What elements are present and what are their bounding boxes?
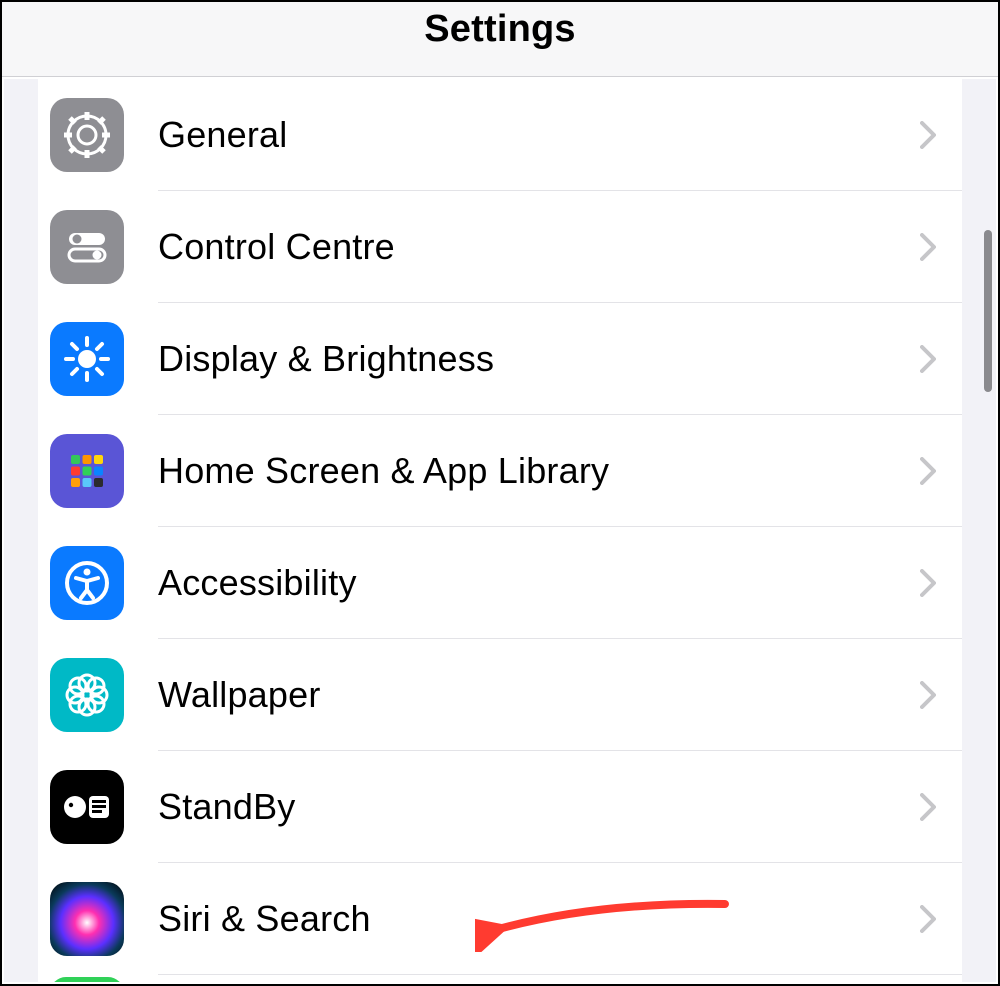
page-title: Settings — [424, 8, 576, 51]
settings-row-accessibility[interactable]: Accessibility — [38, 527, 962, 639]
settings-row-wallpaper[interactable]: Wallpaper — [38, 639, 962, 751]
settings-row-home-screen[interactable]: Home Screen & App Library — [38, 415, 962, 527]
settings-row-general[interactable]: General — [38, 79, 962, 191]
row-content: Accessibility — [158, 527, 962, 639]
chevron-right-icon — [920, 345, 936, 373]
chevron-right-icon — [920, 233, 936, 261]
clock-card-icon — [50, 770, 124, 844]
siri-icon — [50, 882, 124, 956]
chevron-right-icon — [920, 457, 936, 485]
settings-row-next[interactable] — [38, 975, 962, 982]
settings-row-control-centre[interactable]: Control Centre — [38, 191, 962, 303]
row-label: General — [158, 114, 287, 156]
row-label: Display & Brightness — [158, 338, 494, 380]
chevron-right-icon — [920, 569, 936, 597]
settings-screen: Settings — [0, 0, 1000, 986]
flower-icon — [50, 658, 124, 732]
settings-row-standby[interactable]: StandBy — [38, 751, 962, 863]
row-content: Home Screen & App Library — [158, 415, 962, 527]
row-label: Home Screen & App Library — [158, 450, 609, 492]
chevron-right-icon — [920, 681, 936, 709]
gear-icon — [50, 98, 124, 172]
toggles-icon — [50, 210, 124, 284]
row-label: Wallpaper — [158, 674, 321, 716]
settings-row-siri-search[interactable]: Siri & Search — [38, 863, 962, 975]
chevron-right-icon — [920, 905, 936, 933]
content-area: General Control Centre — [4, 79, 996, 982]
sun-icon — [50, 322, 124, 396]
chevron-right-icon — [920, 793, 936, 821]
row-content: StandBy — [158, 751, 962, 863]
row-label: StandBy — [158, 786, 296, 828]
row-content: Display & Brightness — [158, 303, 962, 415]
row-label: Siri & Search — [158, 898, 371, 940]
header: Settings — [2, 2, 998, 77]
accessibility-icon — [50, 546, 124, 620]
row-label: Accessibility — [158, 562, 357, 604]
settings-list: General Control Centre — [38, 79, 962, 982]
chevron-right-icon — [920, 121, 936, 149]
row-content — [158, 975, 962, 982]
row-label: Control Centre — [158, 226, 395, 268]
app-grid-icon — [50, 434, 124, 508]
row-content: Control Centre — [158, 191, 962, 303]
row-content: Wallpaper — [158, 639, 962, 751]
settings-row-display-brightness[interactable]: Display & Brightness — [38, 303, 962, 415]
next-row-icon — [50, 977, 124, 982]
row-content: Siri & Search — [158, 863, 962, 975]
scrollbar-thumb[interactable] — [984, 230, 992, 392]
row-content: General — [158, 79, 962, 191]
